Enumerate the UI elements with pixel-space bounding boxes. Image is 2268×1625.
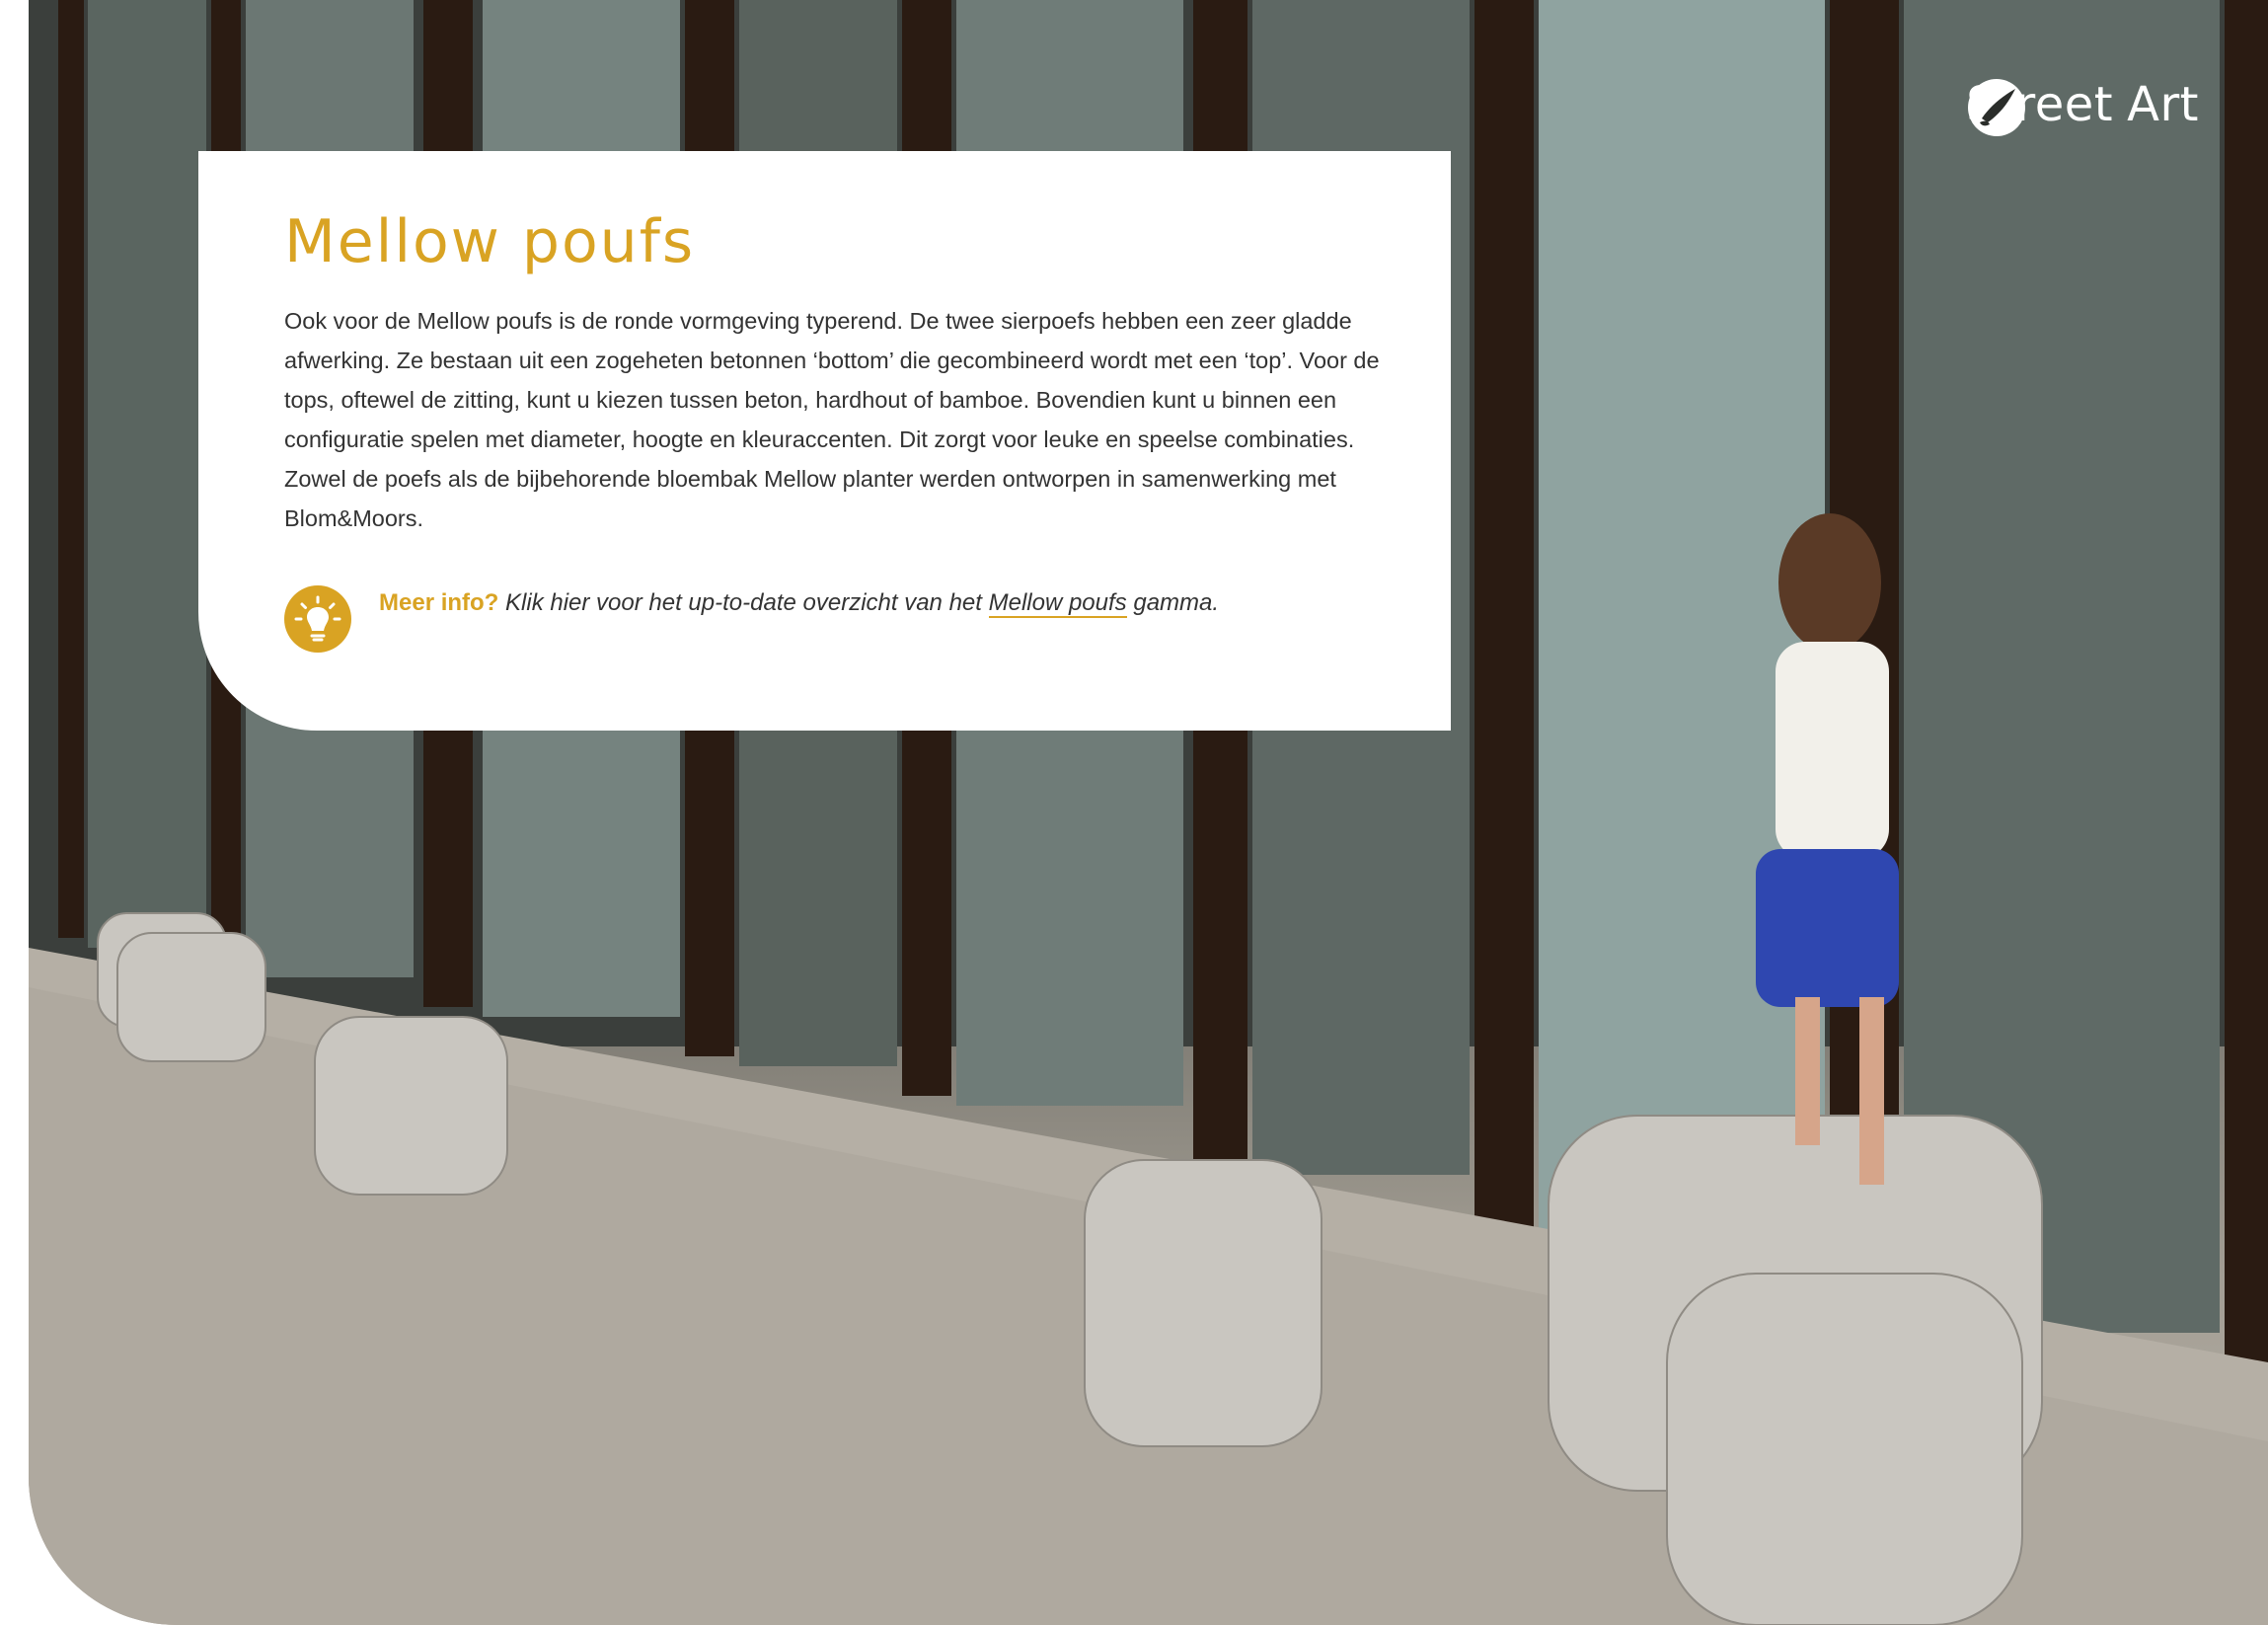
more-info-tail: gamma.: [1133, 589, 1220, 616]
brush-logo-icon: [1968, 79, 2026, 136]
more-info-text: Meer info? Klik hier voor het up-to-date…: [379, 585, 1219, 620]
info-card: Mellow poufs Ook voor de Mellow poufs is…: [198, 151, 1451, 731]
more-info-label: Meer info?: [379, 589, 499, 616]
mellow-poufs-link[interactable]: Mellow poufs: [988, 589, 1127, 618]
more-info-callout[interactable]: Meer info? Klik hier voor het up-to-date…: [284, 585, 1219, 653]
card-title: Mellow poufs: [284, 207, 696, 276]
logo-text-art: Art: [2127, 77, 2199, 132]
lightbulb-icon: [284, 585, 351, 653]
more-info-lead: Klik hier voor het up-to-date overzicht …: [505, 589, 982, 616]
street-art-logo[interactable]: Street Art: [1966, 77, 2199, 136]
card-body-text: Ook voor de Mellow poufs is de ronde vor…: [284, 308, 1380, 531]
